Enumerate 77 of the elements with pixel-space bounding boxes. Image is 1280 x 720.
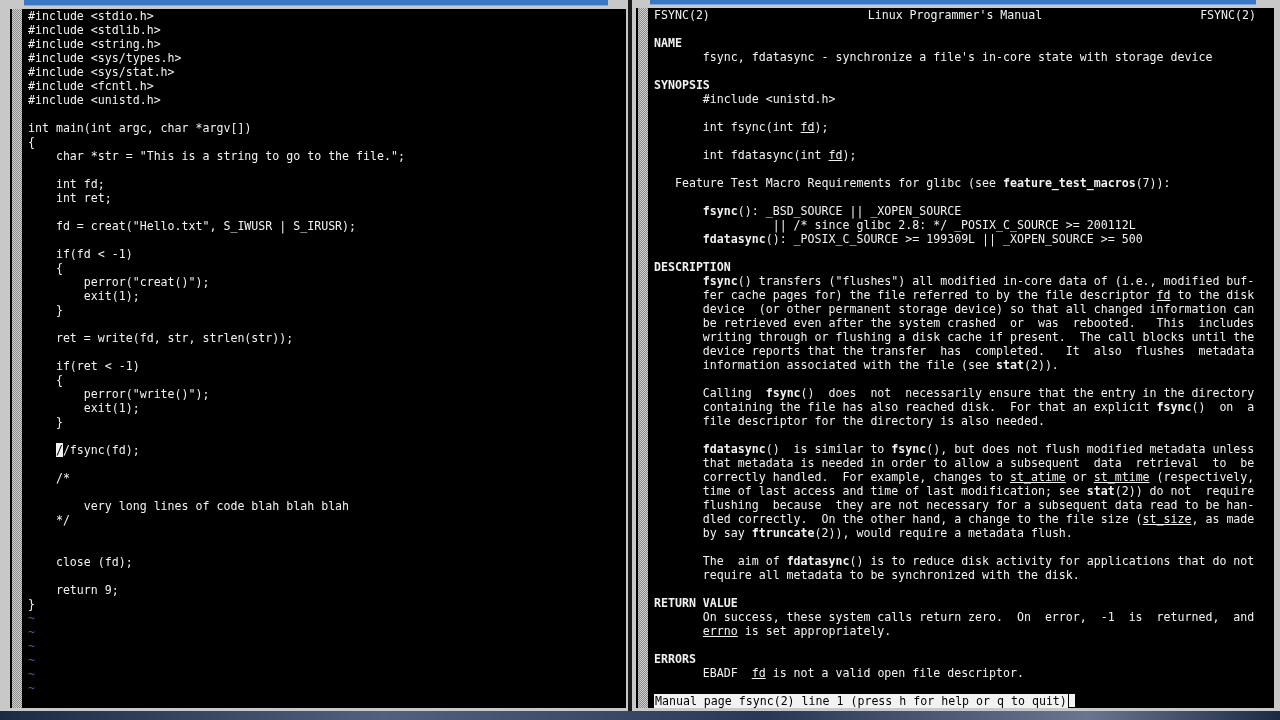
scrollbar[interactable] [12, 9, 22, 708]
code-line: int main(int argc, char *argv[]) [28, 121, 252, 135]
man-line: require all metadata to be synchronized with the disk. [701, 568, 1080, 582]
man-line: flushing because they are not necessary for a subsequent data read to be han- [701, 498, 1255, 512]
code-line: ret = write(fd, str, strlen(str)); [54, 331, 294, 345]
code-line: #include <sys/stat.h> [28, 65, 175, 79]
code-line: #include <string.h> [28, 37, 161, 51]
code-line: #include <stdio.h> [28, 9, 154, 23]
man-line: information associated with the file (see stat(2)). [701, 358, 1059, 372]
code-line: exit(1); [82, 401, 140, 415]
empty-line-marker: ~ [28, 681, 35, 695]
man-line: fsync(): _BSD_SOURCE || _XOPEN_SOURCE [701, 204, 962, 218]
man-line: containing the file has also reached disk. For that an explicit fsync() on a [701, 400, 1255, 414]
man-line: #include <unistd.h> [701, 92, 836, 106]
code-line: } [28, 597, 35, 611]
code-line: { [54, 373, 63, 387]
page-name: FSYNC(2) [1200, 8, 1256, 22]
man-line: that metadata is needed in order to allow a subsequent data retrieval to be [701, 456, 1255, 470]
man-line: int fsync(int fd); [701, 120, 829, 134]
man-line: fsync() transfers ("flushes") all modified in-core data of (i.e., modified buf- [701, 274, 1255, 288]
section-heading: SYNOPSIS [654, 78, 710, 92]
code-line: exit(1); [82, 289, 140, 303]
man-line: On success, these system calls return zero. On error, -1 is returned, and [701, 610, 1255, 624]
man-line: Calling fsync() does not necessarily ensure that the entry in the directory [701, 386, 1255, 400]
code-line: return 9; [54, 583, 119, 597]
man-line: fdatasync(): _POSIX_C_SOURCE >= 199309L || _XOPEN_SOURCE >= 500 [701, 232, 1143, 246]
code-line: if(fd < -1) [54, 247, 133, 261]
empty-line-marker: ~ [28, 625, 35, 639]
man-line: writing through or flushing a disk cache if present. The call blocks until the [701, 330, 1255, 344]
code-line: #include <stdlib.h> [28, 23, 161, 37]
man-line: errno is set appropriately. [701, 624, 892, 638]
section-heading: NAME [654, 36, 682, 50]
man-line: || /* since glibc 2.8: */ _POSIX_C_SOURCE >= 200112L [771, 218, 1136, 232]
man-line: fsync, fdatasync - synchronize a file's in-core state with storage device [701, 50, 1213, 64]
man-line: be retrieved even after the system crashed or was rebooted. This includes [701, 316, 1255, 330]
man-line: device reports that the transfer has completed. It also flushes metadata [701, 344, 1255, 358]
code-line: perror("write()"); [82, 387, 210, 401]
code-line: */ [54, 513, 70, 527]
man-line: fer cache pages for) the file referred to by the file descriptor fd to the disk [701, 288, 1255, 302]
empty-line-marker: ~ [28, 653, 35, 667]
man-line: device (or other permanent storage device) so that all changed information can [701, 302, 1255, 316]
code-line: very long lines of code blah blah blah [82, 499, 350, 513]
section-heading: DESCRIPTION [654, 260, 731, 274]
man-line: time of last access and time of last modification; see stat(2)) do not require [701, 484, 1255, 498]
code-line: #include <sys/types.h> [28, 51, 182, 65]
code-line: } [54, 415, 63, 429]
code-line: int ret; [54, 191, 112, 205]
code-line: } [54, 303, 63, 317]
man-line: by say ftruncate(2)), would require a metadata flush. [701, 526, 1073, 540]
code-line: fd = creat("Hello.txt", S_IWUSR | S_IRUSR); [54, 219, 357, 233]
empty-line-marker: ~ [28, 639, 35, 653]
man-line: int fdatasync(int fd); [701, 148, 857, 162]
man-line: The aim of fdatasync() is to reduce disk activity for applications that do not [701, 554, 1255, 568]
manual-title: Linux Programmer's Manual [867, 8, 1043, 22]
man-line: Feature Test Macro Requirements for glibc (see feature_test_macros(7)): [673, 176, 1171, 190]
code-line: /* [54, 471, 70, 485]
code-line: int fd; [54, 177, 105, 191]
code-line: char *str = "This is a string to go to the file."; [54, 149, 405, 163]
code-line: #include <fcntl.h> [28, 79, 154, 93]
section-heading: RETURN VALUE [654, 596, 738, 610]
man-line: fdatasync() is similar to fsync(), but does not flush modified metadata unless [701, 442, 1255, 456]
code-line: //fsync(fd); [54, 443, 140, 457]
scrollbar[interactable] [638, 8, 648, 708]
code-line: if(ret < -1) [54, 359, 140, 373]
man-line: correctly handled. For example, changes to st_atime or st_mtime (respectively, [701, 470, 1255, 484]
empty-line-marker: ~ [28, 667, 35, 681]
section-heading: ERRORS [654, 652, 696, 666]
code-line: #include <unistd.h> [28, 93, 161, 107]
man-line: file descriptor for the directory is also needed. [701, 414, 1045, 428]
man-line: dled correctly. On the other hand, a change to the file size (st_size, as made [701, 512, 1255, 526]
empty-line-marker: ~ [28, 611, 35, 625]
code-line: perror("creat()"); [82, 275, 210, 289]
code-line: { [54, 261, 63, 275]
man-line: EBADF fd is not a valid open file descriptor. [701, 666, 1024, 680]
page-name: FSYNC(2) [654, 8, 710, 22]
code-line: { [28, 135, 35, 149]
code-line: close (fd); [54, 555, 133, 569]
